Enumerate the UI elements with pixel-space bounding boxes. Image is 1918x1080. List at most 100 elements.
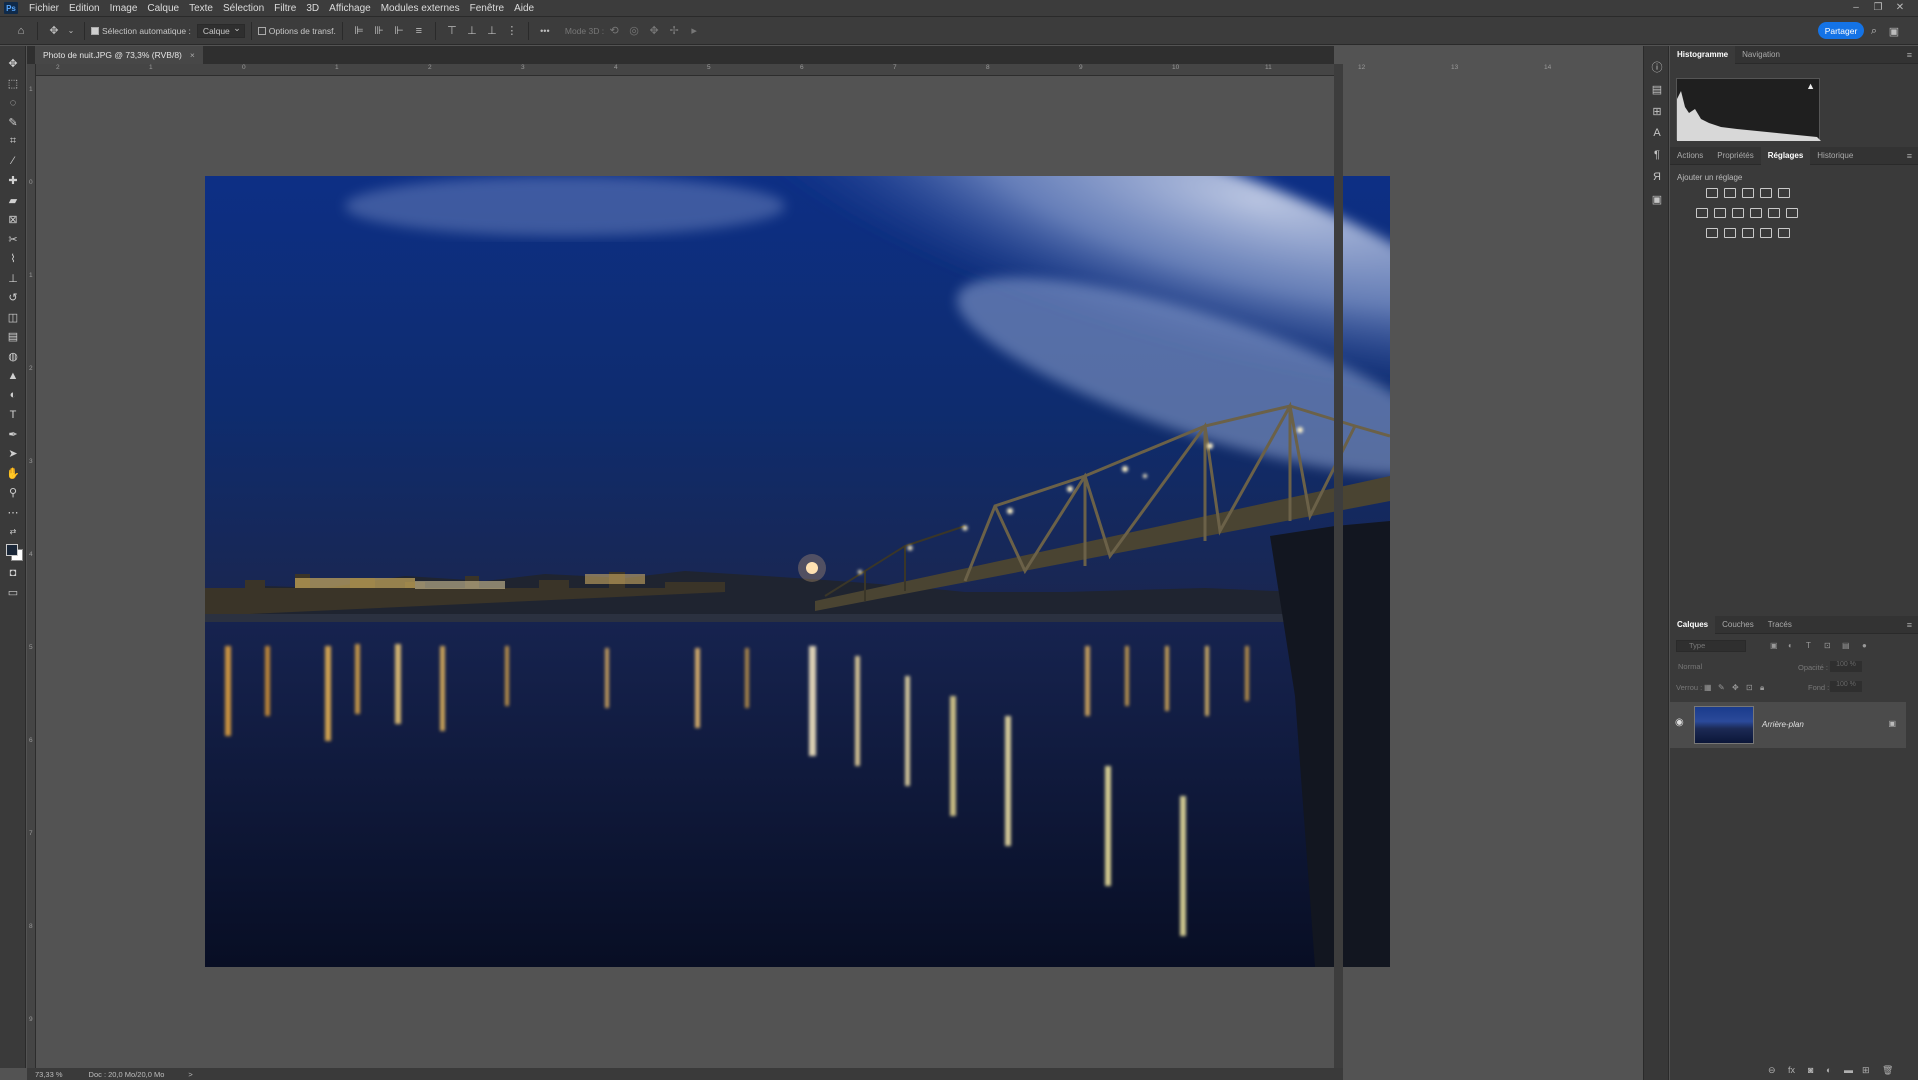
restore-icon[interactable]: ❐ xyxy=(1868,0,1888,16)
align-left-icon[interactable]: ⊫ xyxy=(352,24,366,38)
fill-input[interactable]: 100 % xyxy=(1830,681,1862,692)
blend-mode-dropdown[interactable]: Normal xyxy=(1676,662,1776,674)
search-icon[interactable]: ⌕ xyxy=(1867,24,1881,38)
filter-toggle-icon[interactable]: ● xyxy=(1862,641,1867,650)
new-layer-icon[interactable]: ⊞ xyxy=(1862,1065,1870,1076)
hue-saturation-icon[interactable] xyxy=(1696,208,1708,218)
menu-fenetre[interactable]: Fenêtre xyxy=(465,3,509,14)
blur-tool-icon[interactable]: ◍ xyxy=(0,347,26,367)
glyphs-panel-icon[interactable]: Я xyxy=(1644,166,1670,188)
filter-shape-icon[interactable]: ⊡ xyxy=(1824,641,1831,650)
share-button[interactable]: Partager xyxy=(1818,22,1864,39)
opacity-input[interactable]: 100 % xyxy=(1830,661,1862,672)
distribute-vertical-icon[interactable]: ⋮ xyxy=(505,24,519,38)
auto-select-target-dropdown[interactable]: Calque xyxy=(196,23,245,38)
menu-3d[interactable]: 3D xyxy=(301,3,324,14)
lock-all-icon[interactable]: 🔒︎ xyxy=(1760,683,1764,693)
menu-modules-externes[interactable]: Modules externes xyxy=(376,3,465,14)
marquee-tool-icon[interactable]: ⬚ xyxy=(0,74,26,94)
home-icon[interactable]: ⌂ xyxy=(14,24,28,38)
curves-icon[interactable] xyxy=(1742,188,1754,198)
lock-transparent-icon[interactable]: ▦ xyxy=(1704,683,1712,692)
menu-texte[interactable]: Texte xyxy=(184,3,218,14)
quick-selection-tool-icon[interactable]: ✎ xyxy=(0,113,26,133)
levels-icon[interactable] xyxy=(1724,188,1736,198)
paragraph-panel-icon[interactable]: ¶ xyxy=(1644,144,1670,166)
invert-icon[interactable] xyxy=(1706,228,1718,238)
align-middle-icon[interactable]: ⊥ xyxy=(465,24,479,38)
layer-effects-icon[interactable]: fx xyxy=(1788,1065,1795,1075)
color-balance-icon[interactable] xyxy=(1714,208,1726,218)
layer-filter-input[interactable]: Type xyxy=(1676,640,1746,652)
vertical-scrollbar[interactable] xyxy=(1334,64,1343,1068)
tab-histogram[interactable]: Histogramme xyxy=(1670,45,1736,64)
adjustment-presets-icon[interactable]: ⊞ xyxy=(1644,100,1670,122)
swap-colors-icon[interactable]: ⇄ xyxy=(0,522,26,542)
auto-select-checkbox[interactable] xyxy=(91,26,99,35)
tab-layers[interactable]: Calques xyxy=(1670,615,1716,634)
color-swatches[interactable] xyxy=(0,542,26,564)
threshold-icon[interactable] xyxy=(1742,228,1754,238)
tab-history[interactable]: Historique xyxy=(1810,147,1860,165)
status-info-arrow[interactable]: > xyxy=(188,1070,192,1079)
new-adjustment-layer-icon[interactable]: ◐ xyxy=(1826,1065,1831,1075)
scale-3d-icon[interactable]: ▸ xyxy=(687,24,701,38)
align-right-icon[interactable]: ⊩ xyxy=(392,24,406,38)
image-panel-icon[interactable]: ▣ xyxy=(1644,188,1670,210)
more-tools-icon[interactable]: ⋯ xyxy=(0,503,26,523)
move-tool-icon[interactable]: ✥ xyxy=(0,54,26,74)
visibility-eye-icon[interactable]: ◉ xyxy=(1675,717,1684,728)
zoom-tool-icon[interactable]: ⚲ xyxy=(0,483,26,503)
slide-3d-icon[interactable]: ✢ xyxy=(667,24,681,38)
selective-color-icon[interactable] xyxy=(1760,228,1772,238)
healing-brush-tool-icon[interactable]: ✚ xyxy=(0,171,26,191)
panel-menu-icon[interactable]: ≡ xyxy=(1907,620,1912,630)
workspace-icon[interactable]: ▣ xyxy=(1887,24,1901,38)
eyedropper-tool-icon[interactable]: ⁄ xyxy=(0,152,26,172)
hand-tool-icon[interactable]: ✋ xyxy=(0,464,26,484)
filter-smart-object-icon[interactable]: ▤ xyxy=(1842,641,1850,650)
posterize-icon[interactable] xyxy=(1724,228,1736,238)
menu-calque[interactable]: Calque xyxy=(142,3,184,14)
orbit-3d-icon[interactable]: ⟲ xyxy=(607,24,621,38)
menu-fichier[interactable]: Fichier xyxy=(24,3,64,14)
move-tool-preset-icon[interactable]: ✥ xyxy=(47,24,61,38)
gradient-tool-icon[interactable]: ▤ xyxy=(0,327,26,347)
link-layers-icon[interactable]: ⊖ xyxy=(1768,1065,1776,1076)
exposure-icon[interactable] xyxy=(1760,188,1772,198)
frame-tool-icon[interactable]: ⊠ xyxy=(0,210,26,230)
tab-navigation[interactable]: Navigation xyxy=(1735,46,1787,64)
character-panel-icon[interactable]: A xyxy=(1644,122,1670,144)
info-panel-icon[interactable]: ⓘ xyxy=(1644,56,1670,78)
photo-filter-icon[interactable] xyxy=(1750,208,1762,218)
menu-image[interactable]: Image xyxy=(105,3,143,14)
panel-menu-icon[interactable]: ≡ xyxy=(1907,50,1912,60)
menu-affichage[interactable]: Affichage xyxy=(324,3,376,14)
menu-filtre[interactable]: Filtre xyxy=(269,3,301,14)
layer-mask-icon[interactable]: ◙ xyxy=(1808,1065,1813,1075)
align-bottom-icon[interactable]: ⊥ xyxy=(485,24,499,38)
zoom-level[interactable]: 73,33 % xyxy=(35,1070,63,1079)
layer-name[interactable]: Arrière-plan xyxy=(1762,720,1804,729)
sharpen-tool-icon[interactable]: ▲ xyxy=(0,366,26,386)
menu-selection[interactable]: Sélection xyxy=(218,3,269,14)
roll-3d-icon[interactable]: ◎ xyxy=(627,24,641,38)
crop-tool-icon[interactable]: ⌗ xyxy=(0,132,26,152)
scissors-tool-icon[interactable]: ✂ xyxy=(0,230,26,250)
delete-layer-icon[interactable]: 🗑︎ xyxy=(1882,1065,1893,1076)
tab-actions[interactable]: Actions xyxy=(1670,147,1710,165)
patch-tool-icon[interactable]: ▰ xyxy=(0,191,26,211)
gradient-map-icon[interactable] xyxy=(1778,228,1790,238)
brush-tool-icon[interactable]: ⌇ xyxy=(0,249,26,269)
align-center-icon[interactable]: ⊪ xyxy=(372,24,386,38)
menu-edition[interactable]: Edition xyxy=(64,3,105,14)
tab-adjustments[interactable]: Réglages xyxy=(1760,146,1811,165)
path-selection-tool-icon[interactable]: ➤ xyxy=(0,444,26,464)
tab-paths[interactable]: Tracés xyxy=(1761,616,1799,634)
tab-properties[interactable]: Propriétés xyxy=(1710,147,1760,165)
filter-type-icon[interactable]: T xyxy=(1806,641,1811,650)
minimize-icon[interactable]: – xyxy=(1846,0,1866,16)
quick-mask-icon[interactable]: ◘ xyxy=(0,564,26,584)
menu-aide[interactable]: Aide xyxy=(509,3,539,14)
dodge-tool-icon[interactable]: ◐ xyxy=(0,386,26,406)
